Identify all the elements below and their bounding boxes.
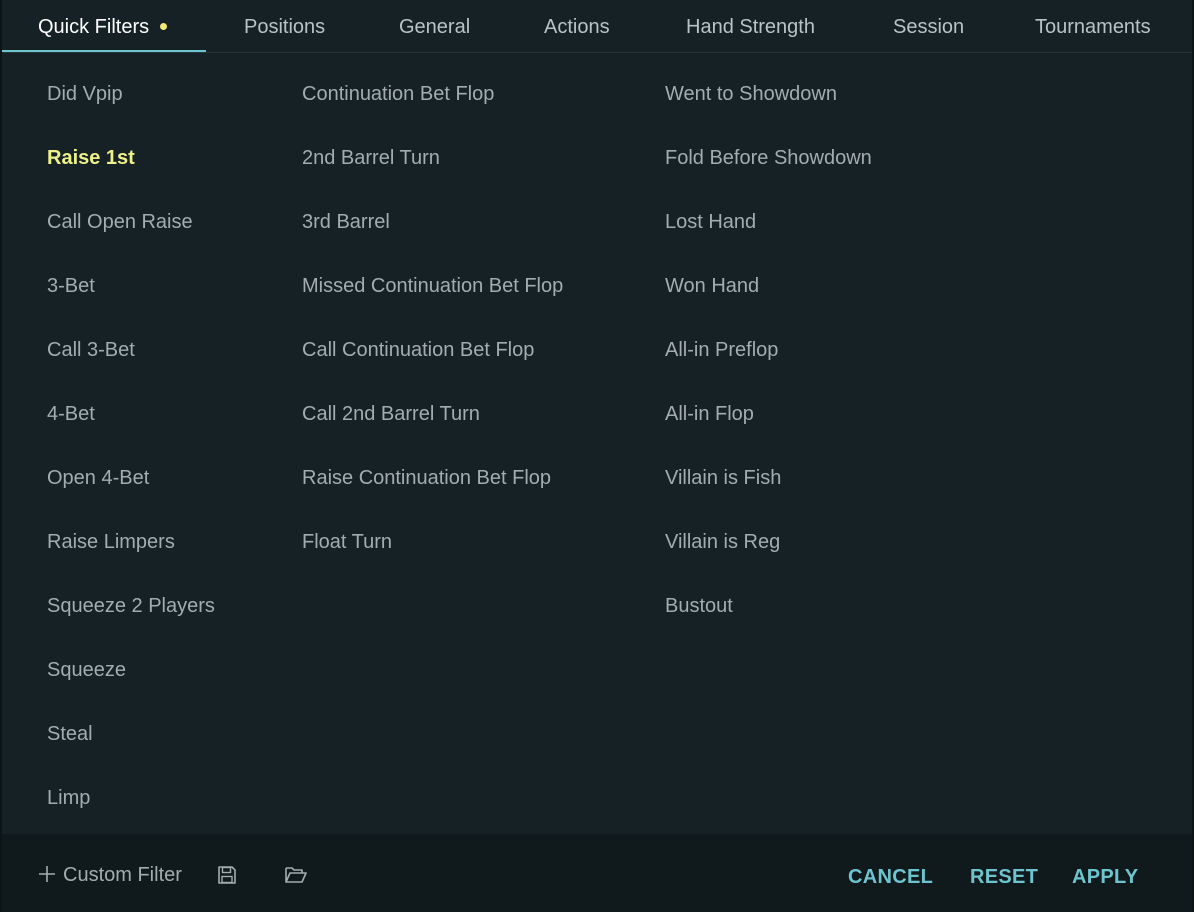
add-custom-filter-button[interactable]: Custom Filter: [37, 860, 182, 890]
filter-item[interactable]: Missed Continuation Bet Flop: [302, 256, 563, 320]
filter-item[interactable]: Bustout: [665, 576, 872, 640]
filter-item[interactable]: Won Hand: [665, 256, 872, 320]
filter-item[interactable]: Call Continuation Bet Flop: [302, 320, 563, 384]
tab-actions[interactable]: Actions: [544, 0, 610, 52]
filter-item[interactable]: Open 4-Bet: [47, 448, 215, 512]
filter-item[interactable]: Continuation Bet Flop: [302, 64, 563, 128]
filter-item[interactable]: Call 3-Bet: [47, 320, 215, 384]
filter-item[interactable]: Raise 1st: [47, 128, 215, 192]
tab-general[interactable]: General: [399, 0, 470, 52]
filter-item[interactable]: All-in Flop: [665, 384, 872, 448]
filter-item[interactable]: 2nd Barrel Turn: [302, 128, 563, 192]
filter-item[interactable]: Call 2nd Barrel Turn: [302, 384, 563, 448]
filter-item[interactable]: Limp: [47, 768, 215, 832]
tab-label: Tournaments: [1035, 16, 1151, 38]
filter-item[interactable]: Villain is Reg: [665, 512, 872, 576]
filter-item[interactable]: Fold Before Showdown: [665, 128, 872, 192]
footer-bar: Custom Filter CANCEL RESET APPLY: [2, 834, 1192, 912]
filter-column-outcome: Went to Showdown Fold Before Showdown Lo…: [665, 64, 872, 640]
filter-item[interactable]: Steal: [47, 704, 215, 768]
filter-item[interactable]: Raise Continuation Bet Flop: [302, 448, 563, 512]
cancel-button[interactable]: CANCEL: [848, 860, 933, 892]
folder-open-icon[interactable]: [284, 864, 308, 888]
tab-hand-strength[interactable]: Hand Strength: [686, 0, 815, 52]
filter-item[interactable]: Squeeze: [47, 640, 215, 704]
filter-item[interactable]: Call Open Raise: [47, 192, 215, 256]
filter-column-postflop: Continuation Bet Flop 2nd Barrel Turn 3r…: [302, 64, 563, 576]
filters-panel: Quick Filters Positions General Actions …: [2, 0, 1192, 912]
filter-item[interactable]: Lost Hand: [665, 192, 872, 256]
modified-dot-icon: [160, 23, 168, 31]
tab-label: Quick Filters: [38, 16, 150, 38]
filter-item[interactable]: Float Turn: [302, 512, 563, 576]
tab-label: Positions: [244, 16, 326, 38]
tab-bar: Quick Filters Positions General Actions …: [2, 0, 1192, 53]
filter-item[interactable]: All-in Preflop: [665, 320, 872, 384]
filter-item[interactable]: 4-Bet: [47, 384, 215, 448]
filter-item[interactable]: 3rd Barrel: [302, 192, 563, 256]
tab-label: Actions: [544, 16, 610, 38]
filter-item[interactable]: Did Vpip: [47, 64, 215, 128]
tab-quick-filters[interactable]: Quick Filters: [38, 0, 168, 52]
filter-item[interactable]: Went to Showdown: [665, 64, 872, 128]
active-tab-indicator: [2, 50, 206, 52]
filter-item[interactable]: 3-Bet: [47, 256, 215, 320]
tab-label: Hand Strength: [686, 16, 815, 38]
tab-session[interactable]: Session: [893, 0, 964, 52]
filter-item[interactable]: Villain is Fish: [665, 448, 872, 512]
tab-tournaments[interactable]: Tournaments: [1035, 0, 1151, 52]
filter-column-preflop: Did Vpip Raise 1st Call Open Raise 3-Bet…: [47, 64, 215, 832]
tab-label: Session: [893, 16, 965, 38]
apply-button[interactable]: APPLY: [1072, 860, 1138, 892]
reset-button[interactable]: RESET: [970, 860, 1038, 892]
tab-label: General: [399, 16, 471, 38]
add-custom-filter-label: Custom Filter: [63, 864, 182, 886]
plus-icon: [39, 865, 55, 882]
save-icon[interactable]: [216, 864, 240, 888]
tab-positions[interactable]: Positions: [244, 0, 325, 52]
filter-item[interactable]: Squeeze 2 Players: [47, 576, 215, 640]
filter-item[interactable]: Raise Limpers: [47, 512, 215, 576]
